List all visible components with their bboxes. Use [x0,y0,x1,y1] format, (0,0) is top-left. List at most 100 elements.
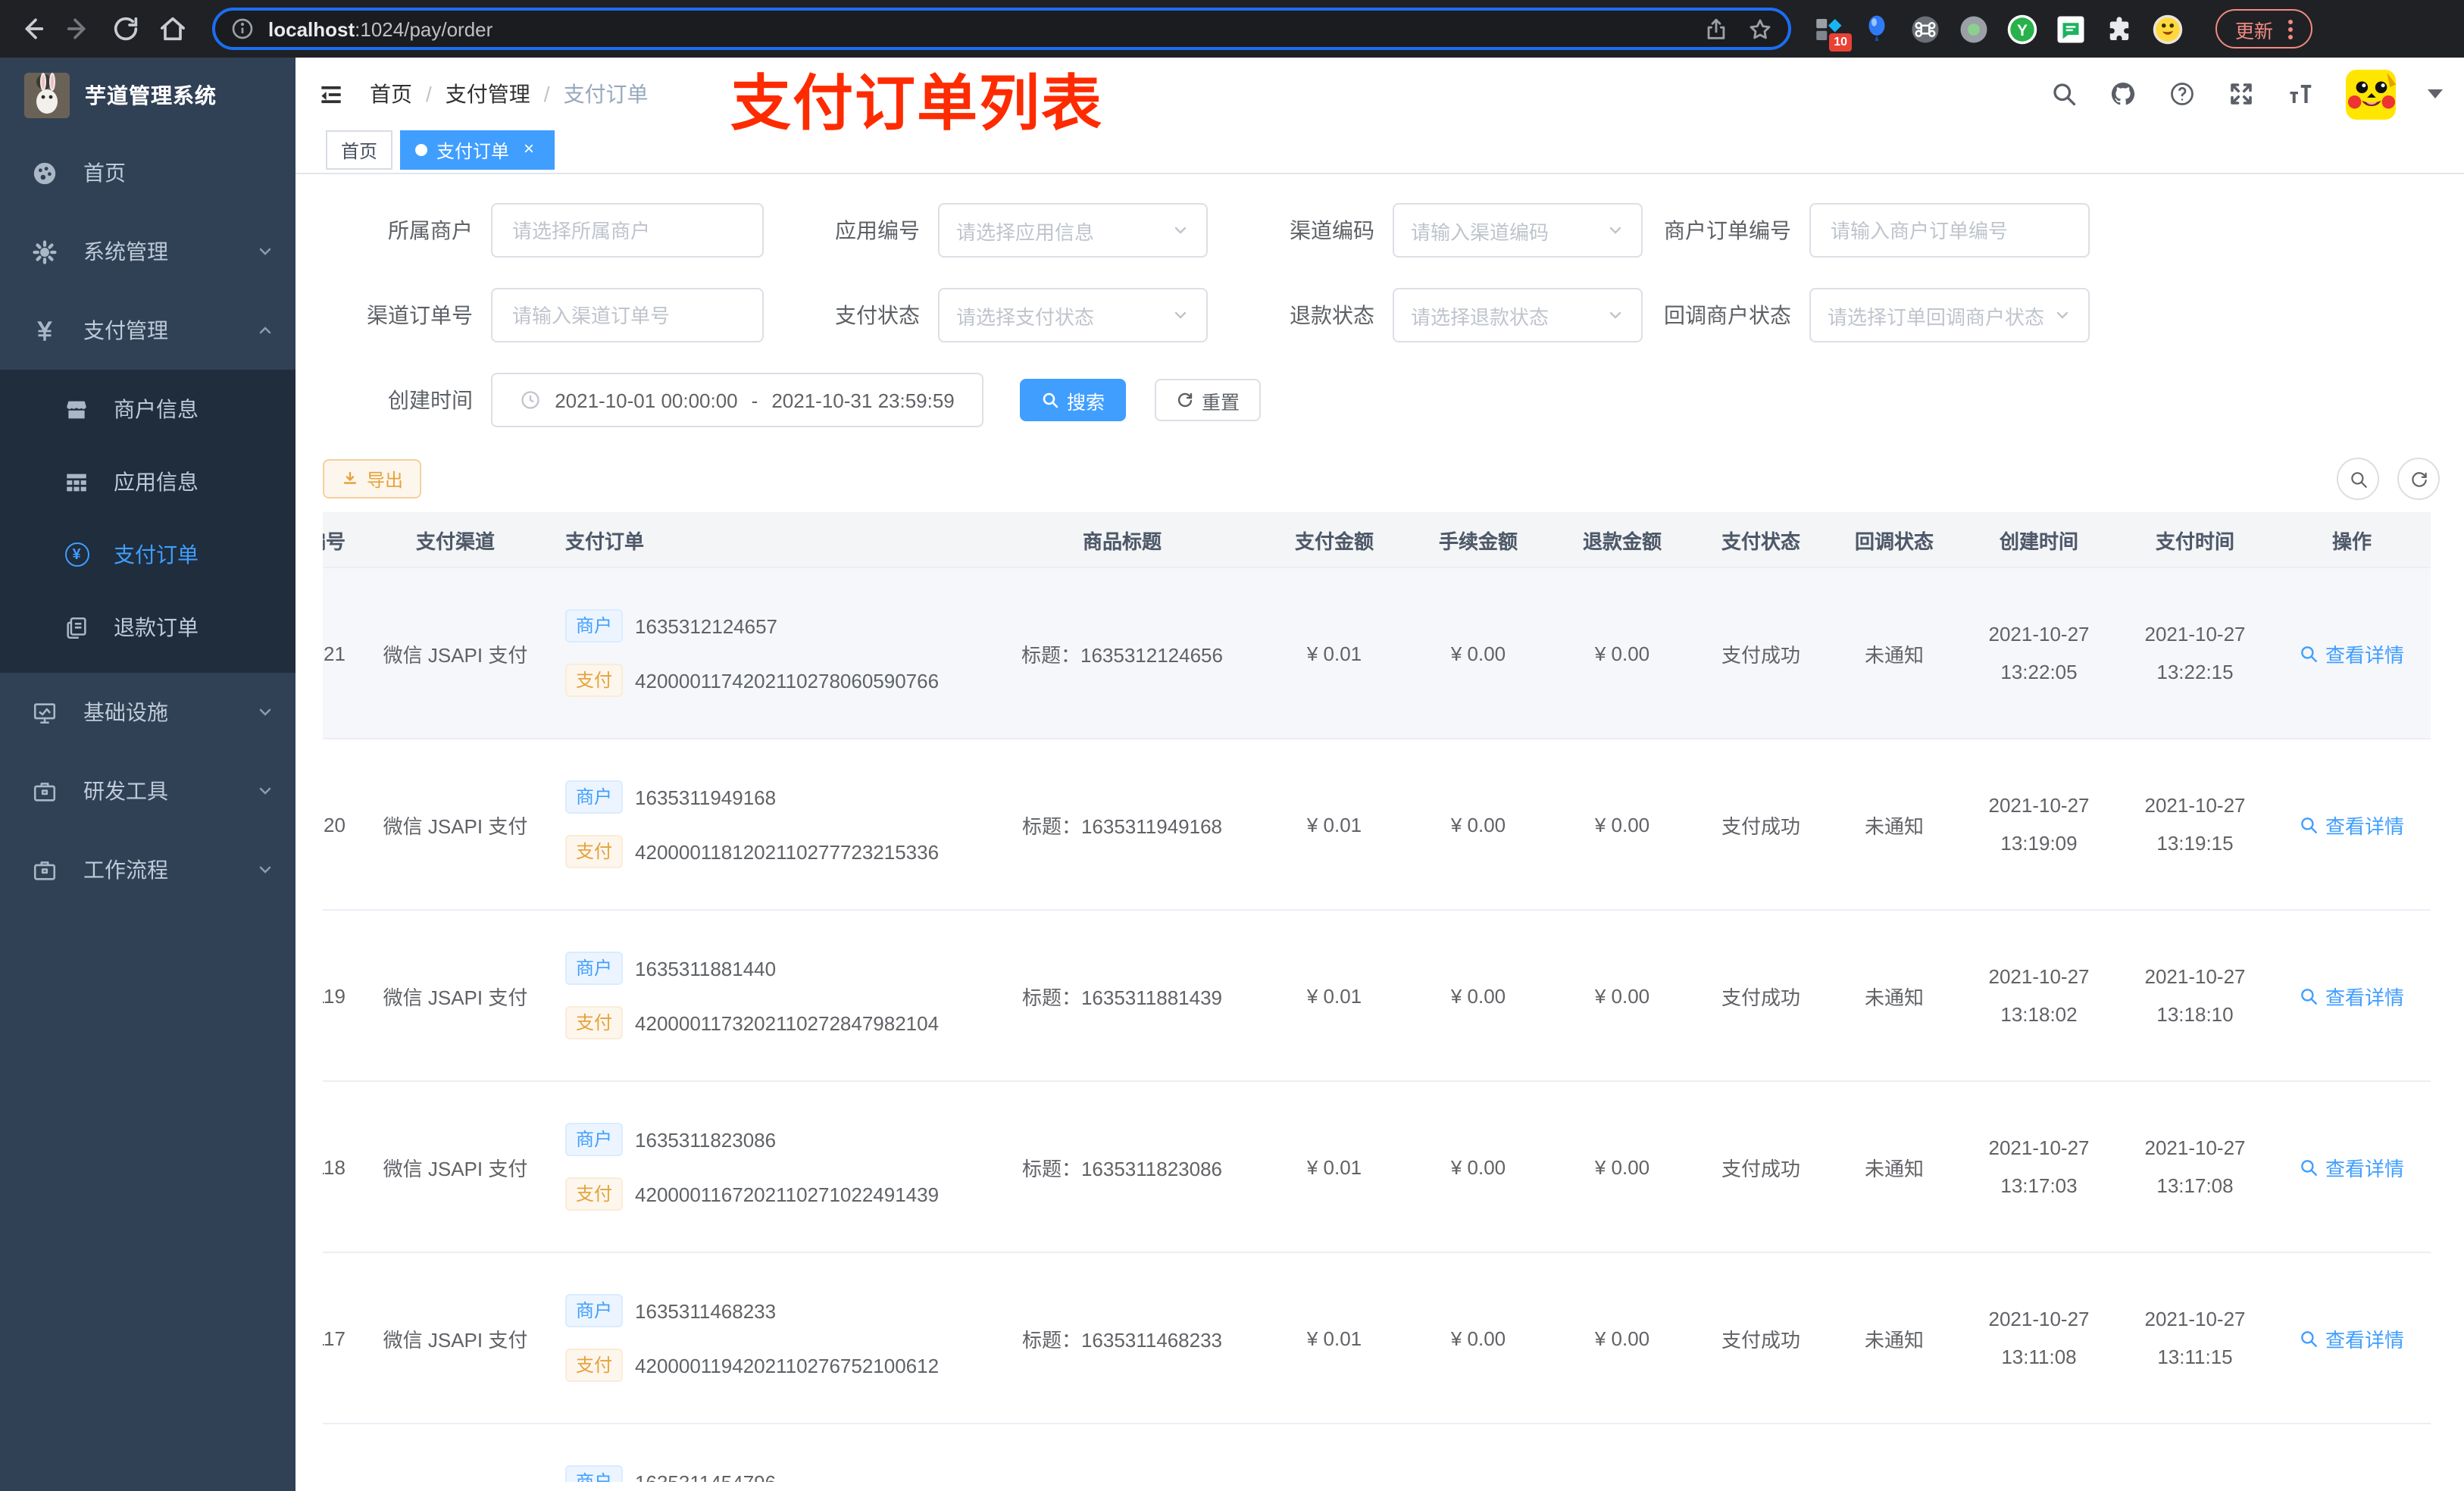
cell-pay-status: 支付成功 [1694,910,1828,1082]
notify-status-select[interactable]: 请选择订单回调商户状态 [1809,288,2090,342]
search-button[interactable]: 搜索 [1020,379,1127,421]
tag-close-icon[interactable]: × [518,139,539,161]
orders-table: 编号 支付渠道 支付订单 商品标题 支付金额 手续金额 退款金额 支付状态 回调… [323,512,2431,1482]
sidebar-item-workflow[interactable]: 工作流程 [0,830,295,909]
url-bar[interactable]: localhost:1024/pay/order [212,8,1791,50]
export-button[interactable]: 导出 [323,459,422,499]
bookmark-star-icon[interactable] [1747,16,1773,42]
clock-icon [521,391,539,409]
sidebar-item-dev-tools[interactable]: 研发工具 [0,752,295,830]
merchant-order-no: 1635311949168 [635,786,777,808]
view-detail-link[interactable]: 查看详情 [2300,1324,2404,1352]
cell-notify-status: 未通知 [1828,739,1961,911]
extension-balloon-icon[interactable] [1861,13,1893,45]
font-size-icon[interactable] [2287,80,2314,108]
reload-icon[interactable] [111,14,141,44]
toggle-search-button[interactable] [2337,458,2379,500]
breadcrumb-home[interactable]: 首页 [370,79,412,109]
merchant-input[interactable] [491,203,764,258]
cell-create-time: 2021-10-27 13:19:09 [1961,739,2117,911]
fullscreen-icon[interactable] [2228,80,2255,108]
extension-y-icon[interactable]: Y [2006,13,2038,45]
back-icon[interactable] [17,14,47,44]
col-create-time: 创建时间 [1961,512,2117,568]
gear-icon [33,239,57,264]
sidebar-item-infrastructure[interactable]: 基础设施 [0,673,295,752]
site-info-icon[interactable] [230,17,255,41]
share-icon[interactable] [1703,16,1729,42]
browser-chrome: localhost:1024/pay/order 10 Y 更新 [0,0,2464,58]
view-detail-label: 查看详情 [2325,643,2404,666]
cell-amount: ¥ 0.01 [1262,1081,1406,1253]
channel-code-select[interactable]: 请输入渠道编码 [1393,203,1643,258]
app-logo-row[interactable]: 芋道管理系统 [0,58,295,133]
pay-status-select[interactable]: 请选择支付状态 [938,288,1208,342]
col-pay-time: 支付时间 [2117,512,2273,568]
view-detail-label: 查看详情 [2325,986,2404,1008]
sidebar-fold-icon[interactable] [317,80,346,108]
channel-order-no-field[interactable] [509,302,746,328]
cell-title: 标题：1635311823086 [982,1081,1262,1253]
sidebar-item-system[interactable]: 系统管理 [0,212,295,291]
pay-order-line: 支付 4200001167202110271022491439 [565,1177,939,1211]
cell-refund: ¥ 0.00 [1550,739,1694,911]
cell-fee: ¥ 0.00 [1406,567,1550,739]
sidebar-item-app-info[interactable]: 应用信息 [0,445,295,518]
view-detail-link[interactable]: 查看详情 [2300,810,2404,839]
extension-green-dot-icon[interactable] [1958,13,1990,45]
pay-order-no: 4200001173202110272847982104 [635,1011,940,1034]
extension-boards-icon[interactable]: 10 [1812,13,1852,51]
app-logo [24,73,70,118]
merchant-input-field[interactable] [509,217,746,243]
reset-button[interactable]: 重置 [1155,379,1262,421]
sidebar-item-payment[interactable]: 支付管理 [0,291,295,370]
tag-pay-order[interactable]: 支付订单 × [400,130,555,170]
chrome-update-button[interactable]: 更新 [2215,9,2313,48]
table-row: 118 微信 JSAPI 支付 商户 1635311823086 支付 4200… [323,1081,2431,1253]
tag-home[interactable]: 首页 [326,130,393,170]
cell-create-time: 2021-10-27 13:22:05 [1961,567,2117,739]
view-detail-link[interactable]: 查看详情 [2300,1152,2404,1181]
merchant-order-no-input[interactable] [1809,203,2090,258]
filter-label: 商户订单编号 [1664,218,1791,242]
help-icon[interactable] [2169,80,2196,108]
app-select[interactable]: 请选择应用信息 [938,203,1208,258]
merchant-order-no-field[interactable] [1828,217,2072,243]
yen-icon [37,320,52,340]
pay-tag: 支付 [565,1349,624,1382]
breadcrumb: 首页 / 支付管理 / 支付订单 [370,79,649,109]
sidebar-item-pay-order[interactable]: ¥ 支付订单 [0,518,295,591]
view-detail-link[interactable]: 查看详情 [2300,639,2404,667]
sidebar-item-label: 研发工具 [83,779,168,803]
extensions-puzzle-icon[interactable] [2103,13,2135,45]
user-avatar[interactable] [2346,69,2396,119]
chrome-menu-icon[interactable] [2285,16,2296,42]
pay-order-line: 支付 4200001194202110276752100612 [565,1349,939,1382]
cell-refund [1550,1424,1694,1482]
merchant-order-line: 商户 1635311949168 [565,780,776,814]
channel-order-no-input[interactable] [491,288,764,342]
cell-id: 118 [323,1081,361,1253]
avatar-dropdown-caret[interactable] [2428,89,2443,98]
chevron-down-icon [259,866,271,874]
cell-pay-order: 商户 1635311949168 支付 42000011812021102777… [550,739,982,911]
home-icon[interactable] [158,14,188,44]
refund-status-select[interactable]: 请选择退款状态 [1393,288,1643,342]
table-grid-icon [67,473,86,491]
profile-avatar-icon[interactable] [2152,13,2184,45]
search-icon[interactable] [2050,80,2078,108]
sidebar-item-refund-order[interactable]: 退款订单 [0,591,295,664]
create-time-range-picker[interactable]: 2021-10-01 00:00:00 - 2021-10-31 23:59:5… [491,373,983,427]
extension-command-icon[interactable] [1909,13,1941,45]
breadcrumb-payment[interactable]: 支付管理 [446,79,530,109]
github-icon[interactable] [2109,80,2137,108]
sidebar-item-home[interactable]: 首页 [0,133,295,212]
view-detail-link[interactable]: 查看详情 [2300,981,2404,1010]
cell-create-time: 2021-10-27 13:11:08 [1961,1252,2117,1424]
forward-icon[interactable] [64,14,94,44]
cell-title [982,1424,1262,1482]
extension-chat-icon[interactable] [2055,13,2087,45]
tag-active-dot [415,144,428,156]
sidebar-item-merchant-info[interactable]: 商户信息 [0,373,295,445]
refresh-table-button[interactable] [2397,458,2440,500]
